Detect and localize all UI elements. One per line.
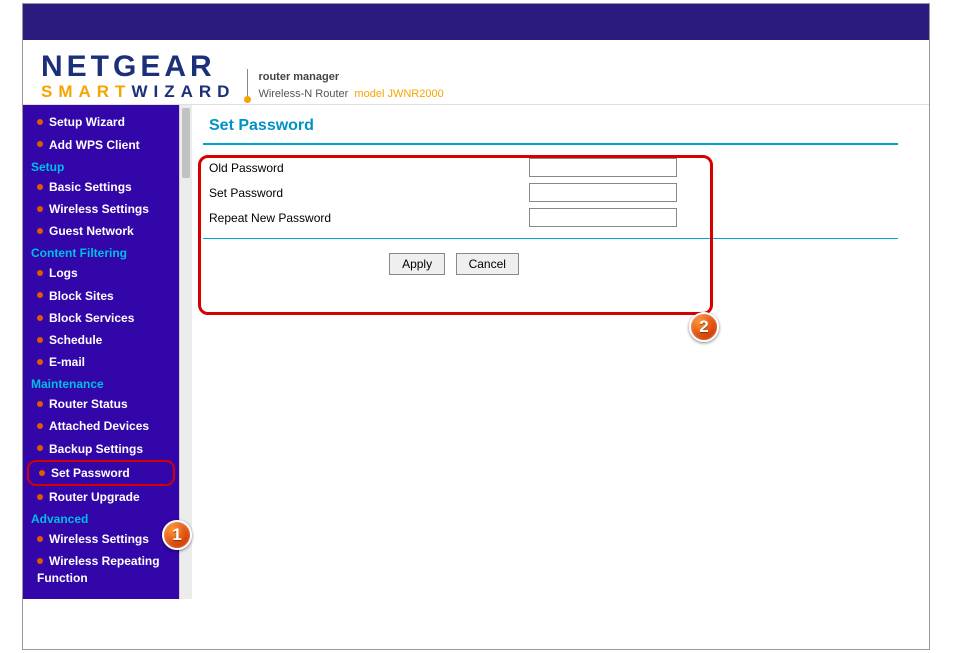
- nav-router-status[interactable]: Router Status: [23, 393, 179, 415]
- panel-title: Set Password: [203, 113, 898, 141]
- divider: [203, 143, 898, 145]
- row-new-password: Set Password: [203, 180, 705, 205]
- nav-attached-devices[interactable]: Attached Devices: [23, 415, 179, 437]
- window-top-bar: [23, 4, 929, 40]
- header: NETGEAR SMARTWIZARD router manager Wirel…: [23, 40, 929, 105]
- nav-section-filtering: Content Filtering: [23, 242, 179, 262]
- nav-email[interactable]: E-mail: [23, 351, 179, 373]
- input-new-password[interactable]: [529, 183, 677, 202]
- nav-logs[interactable]: Logs: [23, 262, 179, 284]
- nav-guest-network[interactable]: Guest Network: [23, 220, 179, 242]
- brand-tagline: router manager Wireless-N Router model J…: [247, 69, 443, 102]
- input-old-password[interactable]: [529, 158, 677, 177]
- nav-block-sites[interactable]: Block Sites: [23, 285, 179, 307]
- nav-section-maintenance: Maintenance: [23, 373, 179, 393]
- label-repeat-password: Repeat New Password: [209, 211, 529, 225]
- nav-section-advanced: Advanced: [23, 508, 179, 528]
- nav-basic-settings[interactable]: Basic Settings: [23, 176, 179, 198]
- nav-router-upgrade[interactable]: Router Upgrade: [23, 486, 179, 508]
- brand-smartwizard: SMARTWIZARD: [41, 82, 235, 102]
- nav-wireless-settings[interactable]: Wireless Settings: [23, 198, 179, 220]
- label-new-password: Set Password: [209, 186, 529, 200]
- apply-button[interactable]: Apply: [389, 253, 445, 275]
- nav-schedule[interactable]: Schedule: [23, 329, 179, 351]
- nav-wireless-repeating[interactable]: Wireless Repeating Function: [23, 550, 179, 588]
- nav-backup-settings[interactable]: Backup Settings: [23, 438, 179, 460]
- annotation-badge-1: 1: [162, 520, 192, 550]
- cancel-button[interactable]: Cancel: [456, 253, 519, 275]
- nav-add-wps[interactable]: Add WPS Client: [23, 134, 179, 156]
- nav-section-setup: Setup: [23, 156, 179, 176]
- brand-logo: NETGEAR SMARTWIZARD: [41, 52, 235, 102]
- divider: [203, 238, 898, 239]
- row-old-password: Old Password: [203, 155, 705, 180]
- sidebar: Setup Wizard Add WPS Client Setup Basic …: [23, 105, 179, 599]
- brand-netgear: NETGEAR: [41, 52, 235, 82]
- label-old-password: Old Password: [209, 161, 529, 175]
- input-repeat-password[interactable]: [529, 208, 677, 227]
- button-row: Apply Cancel: [203, 249, 705, 279]
- nav-adv-wireless[interactable]: Wireless Settings: [23, 528, 179, 550]
- row-repeat-password: Repeat New Password: [203, 205, 705, 230]
- nav-block-services[interactable]: Block Services: [23, 307, 179, 329]
- content-area: Set Password Old Password Set Password R…: [179, 105, 929, 599]
- nav-setup-wizard[interactable]: Setup Wizard: [23, 111, 179, 133]
- annotation-badge-2: 2: [689, 312, 719, 342]
- set-password-panel: Set Password Old Password Set Password R…: [203, 113, 898, 279]
- nav-set-password[interactable]: Set Password: [27, 460, 175, 486]
